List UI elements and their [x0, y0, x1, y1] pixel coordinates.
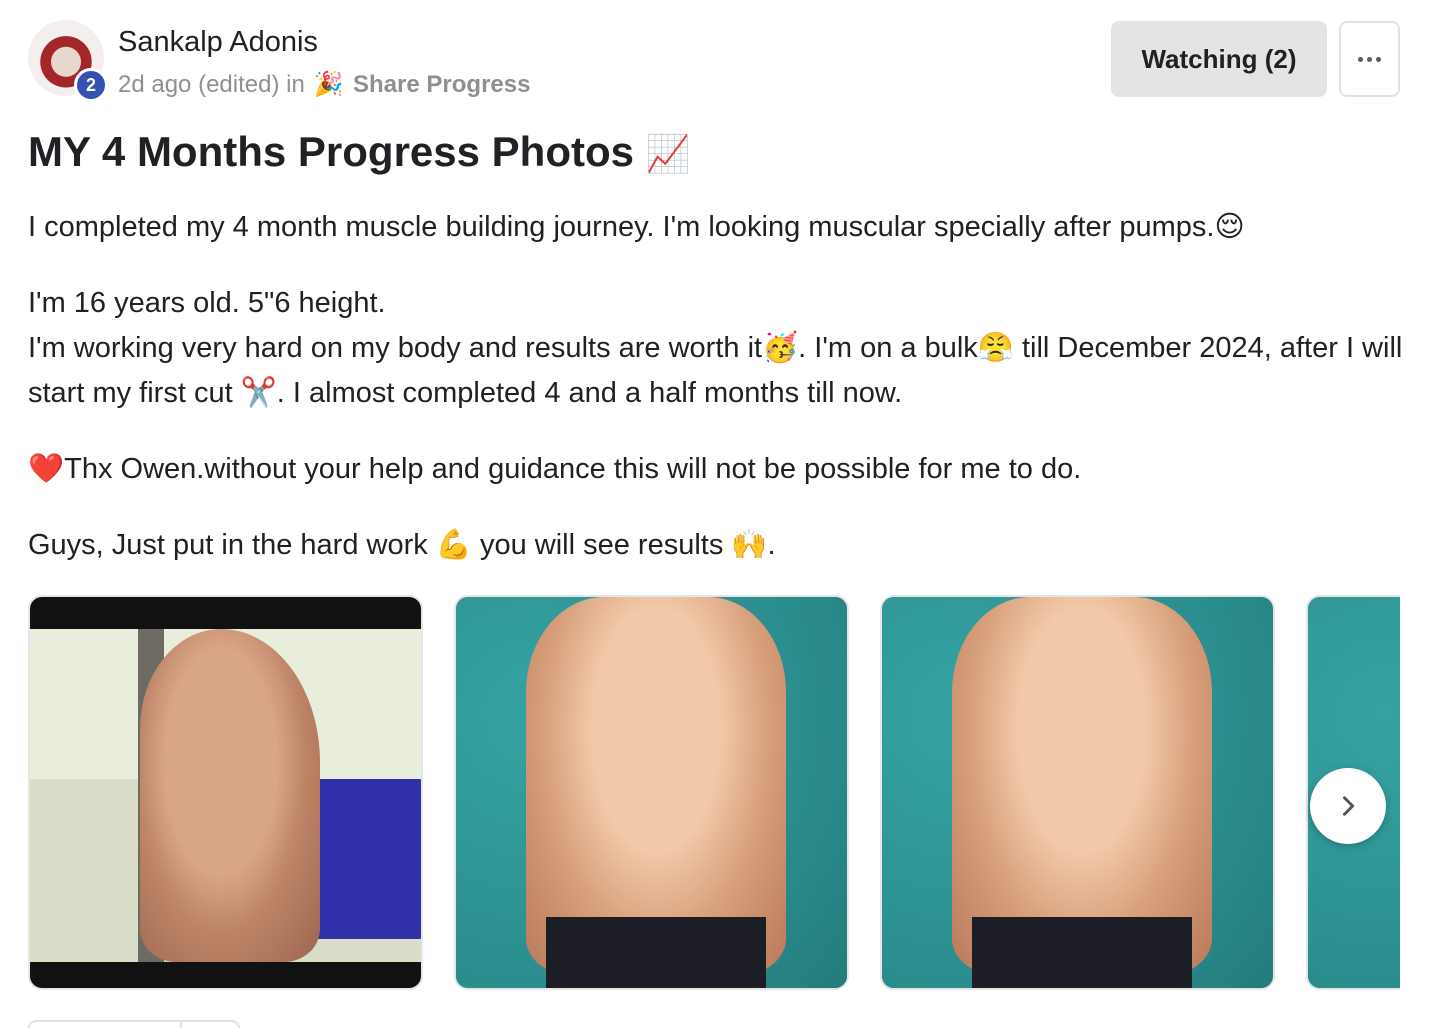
- post-paragraph: I'm 16 years old. 5"6 height. I'm workin…: [28, 281, 1408, 416]
- post-line: I'm 16 years old. 5"6 height.: [28, 287, 386, 319]
- post-line: I'm working very hard on my body and res…: [28, 332, 1403, 409]
- progress-photo-front[interactable]: [454, 595, 849, 990]
- ellipsis-icon: [1358, 56, 1381, 62]
- author-name[interactable]: Sankalp Adonis: [118, 26, 318, 59]
- more-options-button[interactable]: [1339, 21, 1400, 97]
- post-body: I completed my 4 month muscle building j…: [28, 205, 1408, 599]
- post-header: 2 Sankalp Adonis 2d ago (edited) in 🎉 Sh…: [28, 20, 1400, 102]
- post-paragraph: Guys, Just put in the hard work 💪 you wi…: [28, 529, 776, 561]
- post-paragraph: ❤️Thx Owen.without your help and guidanc…: [28, 453, 1082, 485]
- gallery-next-button[interactable]: [1310, 768, 1386, 844]
- chevron-right-icon: [1343, 796, 1355, 816]
- reaction-bar[interactable]: [28, 1020, 240, 1028]
- post-meta: 2d ago (edited) in 🎉 Share Progress: [118, 70, 530, 99]
- level-badge: 2: [74, 68, 108, 102]
- post-title: MY 4 Months Progress Photos 📈: [28, 128, 691, 176]
- category-link[interactable]: Share Progress: [353, 71, 530, 98]
- progress-photo-side[interactable]: [28, 595, 423, 990]
- watching-button[interactable]: Watching (2): [1111, 21, 1327, 97]
- photo-scene: [30, 629, 421, 962]
- post-time: 2d ago (edited) in: [118, 71, 305, 98]
- chart-increasing-icon: 📈: [645, 133, 691, 174]
- photo-gallery: [28, 595, 1400, 990]
- party-icon: 🎉: [313, 71, 344, 98]
- progress-photo-front-2[interactable]: [880, 595, 1275, 990]
- author-avatar[interactable]: 2: [28, 20, 108, 102]
- post-title-text: MY 4 Months Progress Photos: [28, 128, 634, 175]
- post-paragraph: I completed my 4 month muscle building j…: [28, 211, 1245, 243]
